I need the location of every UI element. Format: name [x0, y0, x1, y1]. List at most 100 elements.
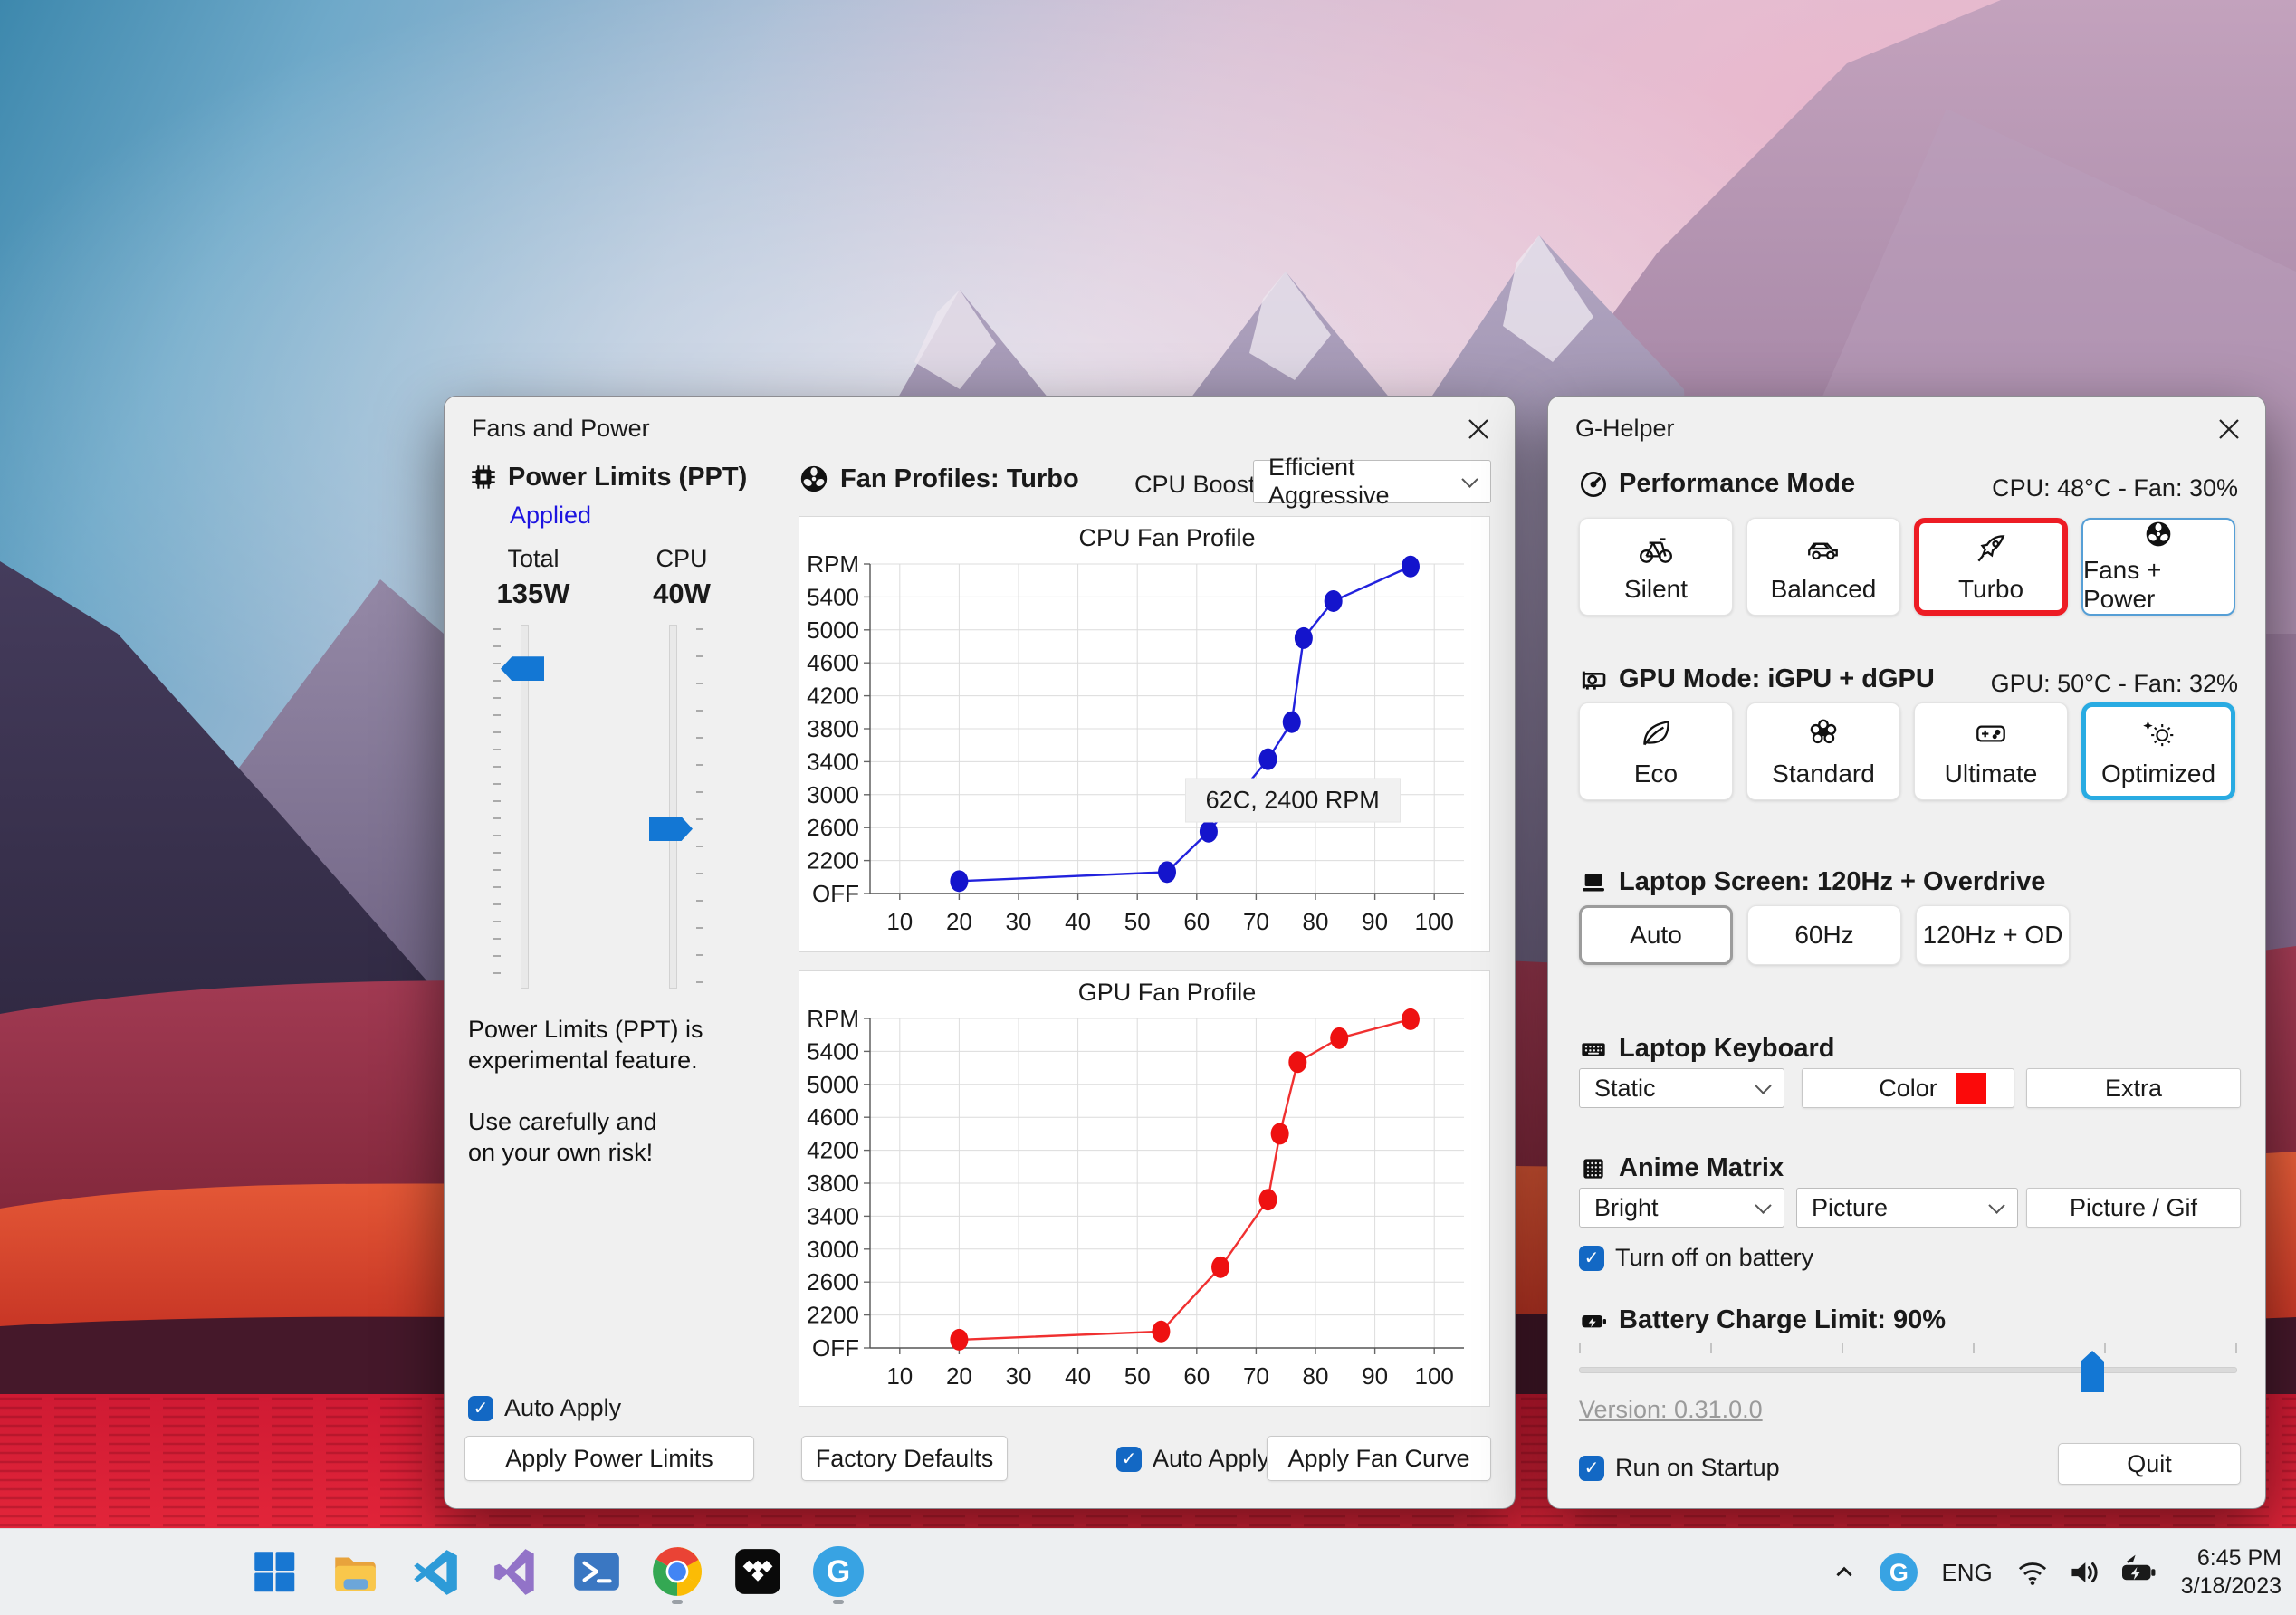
slider-track[interactable]: [669, 625, 677, 989]
svg-text:80: 80: [1303, 908, 1329, 935]
cpu-boost-label: CPU Boost: [1134, 471, 1256, 498]
svg-text:10: 10: [886, 1362, 913, 1390]
start-button[interactable]: [241, 1538, 308, 1605]
keyboard-mode-dropdown[interactable]: Static: [1579, 1068, 1784, 1108]
total-value: 135W: [496, 578, 570, 609]
checkbox-checked-icon[interactable]: ✓: [1579, 1455, 1604, 1481]
battery-icon: [2121, 1554, 2156, 1581]
tray-chevron-up-icon[interactable]: [1832, 1561, 1856, 1584]
gauge-icon: [1581, 471, 1606, 497]
mode-button-ultimate[interactable]: Ultimate: [1914, 702, 2068, 800]
mode-button-standard[interactable]: Standard: [1746, 702, 1900, 800]
apply-fan-curve-button[interactable]: Apply Fan Curve: [1267, 1436, 1491, 1481]
mode-button-turbo[interactable]: Turbo: [1914, 518, 2068, 616]
fan-profiles-title: Fan Profiles: Turbo: [840, 463, 1079, 493]
mode-button-silent[interactable]: Silent: [1579, 518, 1733, 616]
cpu-value: 40W: [653, 578, 711, 609]
flower-icon: [1810, 719, 1837, 744]
matrix-brightness-dropdown[interactable]: Bright: [1579, 1188, 1784, 1228]
start-icon: [254, 1552, 295, 1592]
mode-button-optimized[interactable]: Optimized: [2081, 702, 2235, 800]
svg-text:30: 30: [1006, 1362, 1032, 1390]
screen-button-auto[interactable]: Auto: [1579, 905, 1733, 965]
version-link[interactable]: Version: 0.31.0.0: [1579, 1396, 1763, 1424]
cpu-power-slider[interactable]: [640, 625, 705, 989]
slider-track[interactable]: [1579, 1367, 2237, 1373]
keyboard-icon: [1582, 1042, 1605, 1056]
gamepad-icon: [1976, 725, 2005, 742]
svg-text:5400: 5400: [807, 583, 859, 610]
vscode-button[interactable]: [402, 1538, 469, 1605]
svg-text:3800: 3800: [807, 715, 859, 742]
svg-text:30: 30: [1006, 908, 1032, 935]
visual-studio-button[interactable]: [483, 1538, 550, 1605]
total-slider-thumb[interactable]: [501, 656, 544, 682]
mode-button-balanced[interactable]: Balanced: [1746, 518, 1900, 616]
keyboard-extra-button[interactable]: Extra: [2026, 1068, 2241, 1108]
battery-charge-slider[interactable]: [1579, 1343, 2237, 1398]
svg-text:70: 70: [1243, 908, 1269, 935]
system-tray: G ENG 6:45 PM 3/18/2023: [1832, 1529, 2282, 1615]
svg-text:20: 20: [946, 908, 972, 935]
mode-button-fans-power[interactable]: Fans + Power: [2081, 518, 2235, 616]
turn-off-on-battery-checkbox[interactable]: ✓ Turn off on battery: [1579, 1244, 1813, 1272]
checkbox-checked-icon[interactable]: ✓: [1579, 1245, 1604, 1271]
svg-text:3800: 3800: [807, 1170, 859, 1197]
close-button[interactable]: [1460, 411, 1497, 447]
cpu-slider-thumb[interactable]: [649, 817, 693, 842]
tidal-button[interactable]: [724, 1538, 791, 1605]
chart-tooltip: 62C, 2400 RPM: [1184, 778, 1401, 823]
auto-apply-power-checkbox[interactable]: ✓ Auto Apply: [468, 1394, 621, 1422]
cpu-fan-profile-chart[interactable]: CPU Fan Profile 10 20 30 40 50 60 70 80 90 100 OFF 2…: [799, 516, 1490, 952]
performance-mode-buttons: Silent Balanced Turbo Fans + Power: [1579, 518, 2235, 616]
file-explorer-button[interactable]: [321, 1538, 388, 1605]
svg-text:GPU Fan Profile: GPU Fan Profile: [1078, 979, 1257, 1006]
gpu-mode-header: GPU Mode: iGPU + dGPU: [1579, 664, 1935, 694]
factory-defaults-button[interactable]: Factory Defaults: [801, 1436, 1008, 1481]
battery-bolt-icon: [1582, 1314, 1606, 1327]
svg-text:3400: 3400: [807, 748, 859, 775]
run-on-startup-checkbox[interactable]: ✓ Run on Startup: [1579, 1454, 1780, 1482]
gpu-temp-fan-status: GPU: 50°C - Fan: 32%: [1990, 670, 2238, 697]
performance-mode-header: Performance Mode: [1579, 469, 1855, 499]
auto-apply-fan-checkbox[interactable]: ✓ Auto Apply: [1116, 1445, 1269, 1473]
battery-charge-limit-header: Battery Charge Limit: 90%: [1579, 1305, 1946, 1335]
svg-text:90: 90: [1362, 908, 1388, 935]
apply-power-limits-button[interactable]: Apply Power Limits: [464, 1436, 754, 1481]
fans-and-power-window: Fans and Power Power Limits (PPT) Applie…: [444, 396, 1516, 1509]
fan-profiles-header: Fan Profiles: Turbo: [799, 463, 1079, 494]
screen-button-60hz[interactable]: 60Hz: [1747, 905, 1901, 965]
cpu-boost-dropdown[interactable]: Efficient Aggressive: [1253, 454, 1491, 509]
powershell-button[interactable]: [563, 1538, 630, 1605]
svg-text:2200: 2200: [807, 847, 859, 874]
power-limits-status: Applied: [510, 502, 592, 529]
chrome-button[interactable]: [644, 1538, 711, 1605]
chevron-down-icon: [1988, 1196, 2005, 1214]
gpu-fan-profile-chart[interactable]: GPU Fan Profile 10 20 30 40 50 60 70 80 90 100 OFF 2…: [799, 970, 1490, 1407]
keyboard-color-button[interactable]: Color: [1802, 1068, 2014, 1108]
screen-button-120hz-od[interactable]: 120Hz + OD: [1916, 905, 2070, 965]
checkbox-checked-icon[interactable]: ✓: [1116, 1446, 1142, 1472]
svg-text:90: 90: [1362, 1362, 1388, 1390]
quick-settings-group[interactable]: [2016, 1553, 2157, 1591]
language-indicator[interactable]: ENG: [1941, 1559, 1992, 1587]
picture-gif-button[interactable]: Picture / Gif: [2026, 1188, 2241, 1228]
ghelper-tray-icon[interactable]: G: [1880, 1553, 1918, 1591]
total-power-slider[interactable]: [492, 625, 557, 989]
rocket-icon: [1977, 535, 2005, 562]
close-button[interactable]: [2211, 411, 2247, 447]
battery-slider-thumb[interactable]: [2081, 1351, 2105, 1392]
chevron-down-icon: [1755, 1196, 1772, 1214]
leaf-icon: [1643, 721, 1669, 746]
svg-text:50: 50: [1124, 908, 1151, 935]
checkbox-checked-icon[interactable]: ✓: [468, 1395, 493, 1421]
svg-text:3000: 3000: [807, 1236, 859, 1263]
svg-text:4200: 4200: [807, 683, 859, 710]
quit-button[interactable]: Quit: [2058, 1443, 2241, 1485]
tidal-icon: [735, 1549, 780, 1594]
matrix-content-dropdown[interactable]: Picture: [1796, 1188, 2018, 1228]
ghelper-button[interactable]: G: [805, 1538, 872, 1605]
gpu-card-icon: [1582, 671, 1606, 690]
mode-button-eco[interactable]: Eco: [1579, 702, 1733, 800]
clock[interactable]: 6:45 PM 3/18/2023: [2181, 1544, 2282, 1601]
